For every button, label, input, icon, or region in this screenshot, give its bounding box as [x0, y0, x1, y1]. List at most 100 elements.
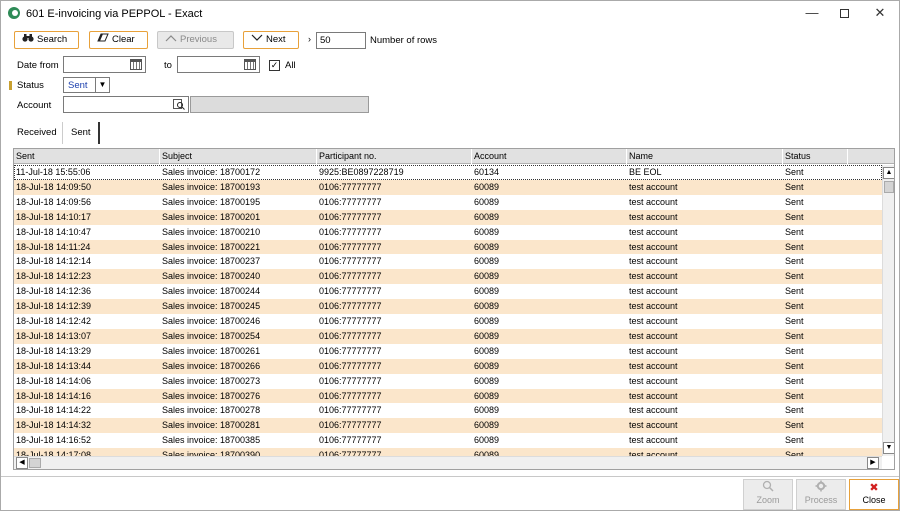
window-close-button[interactable]: ✕ [865, 4, 895, 22]
cell-sent: 18-Jul-18 14:13:29 [16, 345, 92, 356]
table-row[interactable]: 18-Jul-18 14:14:16 Sales invoice: 1870027… [14, 388, 882, 404]
number-of-rows-label: Number of rows [370, 35, 438, 46]
cell-status: Sent [785, 211, 804, 222]
magnifier-icon [744, 480, 792, 495]
column-header-name[interactable]: Name [627, 149, 783, 164]
process-button[interactable]: Process [796, 479, 846, 510]
column-header-account[interactable]: Account [472, 149, 627, 164]
cell-participant-no: 0106:77777777 [319, 226, 382, 237]
scroll-down-icon[interactable]: ▼ [883, 442, 894, 454]
date-from-input[interactable] [63, 56, 146, 73]
chevron-down-icon [250, 32, 263, 48]
table-row[interactable]: 18-Jul-18 14:13:07 Sales invoice: 1870025… [14, 328, 882, 344]
scroll-up-icon[interactable]: ▲ [883, 167, 894, 179]
cell-status: Sent [785, 450, 804, 456]
clear-button[interactable]: Clear [89, 31, 148, 49]
cell-sent: 18-Jul-18 14:17:08 [16, 450, 92, 456]
number-of-rows-input[interactable]: 50 [316, 32, 366, 49]
cell-name: test account [629, 420, 678, 431]
maximize-icon [839, 9, 849, 19]
cell-participant-no: 9925:BE0897228719 [319, 167, 404, 177]
zoom-button-label: Zoom [756, 495, 780, 505]
vertical-scrollbar[interactable]: ▲ ▼ [882, 165, 894, 456]
table-row[interactable]: 18-Jul-18 14:12:23 Sales invoice: 1870024… [14, 269, 882, 285]
table-row[interactable]: 18-Jul-18 14:13:44 Sales invoice: 1870026… [14, 358, 882, 374]
cell-account: 60089 [474, 181, 500, 192]
search-button[interactable]: Search [14, 31, 79, 49]
table-row[interactable]: 18-Jul-18 14:09:50 Sales invoice: 1870019… [14, 179, 882, 195]
all-label: All [285, 60, 296, 71]
calendar-icon[interactable] [130, 59, 142, 70]
dropdown-arrow-icon[interactable]: ▼ [95, 78, 109, 92]
column-header-participant-no[interactable]: Participant no. [317, 149, 472, 164]
scroll-left-icon[interactable]: ◀ [16, 457, 28, 469]
cell-account: 60089 [474, 226, 500, 237]
maximize-button[interactable] [829, 4, 859, 22]
table-row[interactable]: 18-Jul-18 14:16:52 Sales invoice: 1870038… [14, 433, 882, 449]
column-header-subject[interactable]: Subject [160, 149, 317, 164]
cell-status: Sent [785, 345, 804, 356]
cell-status: Sent [785, 420, 804, 431]
cell-sent: 18-Jul-18 14:13:44 [16, 360, 92, 371]
column-header-sent[interactable]: Sent [14, 149, 160, 164]
table-row[interactable]: 18-Jul-18 14:17:08 Sales invoice: 1870039… [14, 448, 882, 456]
close-button[interactable]: ✖ Close [849, 479, 899, 510]
cell-subject: Sales invoice: 18700281 [162, 420, 261, 431]
status-select[interactable]: Sent ▼ [63, 77, 110, 93]
x-icon: ✖ [869, 482, 879, 494]
table-row[interactable]: 18-Jul-18 14:14:32 Sales invoice: 1870028… [14, 418, 882, 434]
table-row[interactable]: 18-Jul-18 14:12:42 Sales invoice: 1870024… [14, 314, 882, 329]
cell-subject: Sales invoice: 18700246 [162, 316, 261, 326]
close-button-label: Close [862, 495, 886, 505]
column-header-status[interactable]: Status [783, 149, 848, 164]
table-row[interactable]: 18-Jul-18 14:14:06 Sales invoice: 1870027… [14, 373, 882, 389]
next-button[interactable]: Next [243, 31, 299, 49]
table-row[interactable]: 18-Jul-18 14:11:24 Sales invoice: 1870022… [14, 239, 882, 255]
cell-account: 60089 [474, 211, 500, 222]
vertical-scroll-thumb[interactable] [884, 181, 894, 193]
table-row[interactable]: 18-Jul-18 14:09:56 Sales invoice: 1870019… [14, 194, 882, 210]
previous-button[interactable]: Previous [157, 31, 234, 49]
minimize-button[interactable]: — [797, 4, 827, 22]
lookup-icon[interactable] [173, 99, 185, 113]
cell-participant-no: 0106:77777777 [319, 420, 382, 431]
scroll-right-icon[interactable]: ▶ [867, 457, 879, 469]
all-checkbox[interactable]: ✓ [269, 60, 280, 71]
cell-name: BE EOL [629, 167, 662, 177]
status-label: Status [17, 80, 44, 91]
cell-participant-no: 0106:77777777 [319, 181, 382, 192]
cell-status: Sent [785, 167, 804, 177]
horizontal-scroll-thumb[interactable] [29, 458, 41, 468]
table-row[interactable]: 18-Jul-18 14:14:22 Sales invoice: 1870027… [14, 403, 882, 419]
process-button-label: Process [804, 495, 838, 505]
table-row[interactable]: 18-Jul-18 14:13:29 Sales invoice: 1870026… [14, 343, 882, 359]
table-row[interactable]: 18-Jul-18 14:10:17 Sales invoice: 1870020… [14, 209, 882, 225]
cell-status: Sent [785, 330, 804, 341]
table-row[interactable]: 11-Jul-18 15:55:06 Sales invoice: 1870017… [14, 165, 882, 180]
horizontal-scrollbar[interactable]: ◀ ▶ [14, 456, 882, 469]
cell-name: test account [629, 345, 678, 356]
cell-name: test account [629, 405, 678, 416]
cell-status: Sent [785, 241, 804, 252]
table-row[interactable]: 18-Jul-18 14:12:14 Sales invoice: 1870023… [14, 254, 882, 270]
cell-sent: 18-Jul-18 14:13:07 [16, 330, 92, 341]
cell-sent: 18-Jul-18 14:12:42 [16, 316, 92, 326]
zoom-button[interactable]: Zoom [743, 479, 793, 510]
rows-arrow-icon: › [308, 34, 311, 44]
cell-account: 60089 [474, 271, 500, 282]
binoculars-icon [21, 32, 34, 48]
table-row[interactable]: 18-Jul-18 14:10:47 Sales invoice: 1870021… [14, 224, 882, 240]
date-to-input[interactable] [177, 56, 260, 73]
tab-received[interactable]: Received [17, 122, 57, 144]
cell-name: test account [629, 286, 678, 297]
account-input[interactable] [63, 96, 189, 113]
table-row[interactable]: 18-Jul-18 14:12:36 Sales invoice: 1870024… [14, 284, 882, 300]
cell-name: test account [629, 211, 678, 222]
calendar-icon[interactable] [244, 59, 256, 70]
cell-sent: 18-Jul-18 14:12:36 [16, 286, 92, 297]
cell-participant-no: 0106:77777777 [319, 405, 382, 416]
tab-sent[interactable]: Sent [71, 122, 91, 144]
table-row[interactable]: 18-Jul-18 14:12:39 Sales invoice: 1870024… [14, 299, 882, 315]
account-label: Account [17, 100, 52, 111]
cell-subject: Sales invoice: 18700237 [162, 256, 261, 267]
